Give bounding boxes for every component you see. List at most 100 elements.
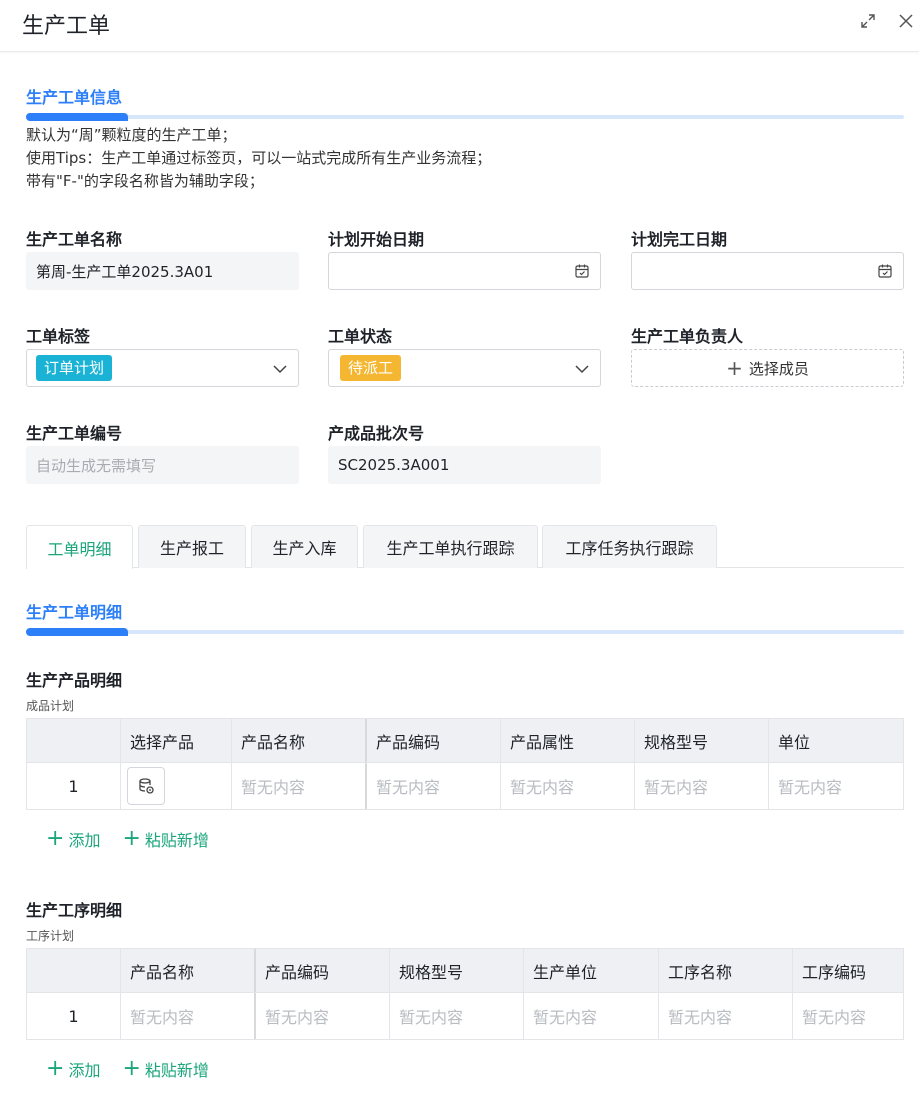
- row-index: 1: [68, 1006, 79, 1026]
- detail-section-header: 生产工单明细: [26, 599, 904, 639]
- select-product-button[interactable]: [127, 767, 165, 805]
- section-underline-accent: [26, 113, 128, 121]
- product-table-title: 生产产品明细: [26, 671, 123, 690]
- plan-start-date-input[interactable]: [328, 252, 601, 290]
- name-label: 生产工单名称: [26, 230, 123, 249]
- dialog-title: 生产工单: [22, 14, 111, 39]
- dialog-header: 生产工单: [0, 0, 919, 52]
- header-cell: 产品编码: [254, 949, 389, 992]
- table-header-row: 产品名称 产品编码 规格型号 生产单位 工序名称 工序编码: [27, 949, 903, 992]
- info-description: 默认为“周”颗粒度的生产工单； 使用Tips：生产工单通过标签页，可以一站式完成…: [26, 124, 491, 193]
- number-placeholder: 自动生成无需填写: [36, 456, 157, 475]
- table-cell: 暂无内容: [792, 993, 904, 1039]
- tag-select[interactable]: 订单计划: [26, 349, 299, 387]
- tag-label: 工单标签: [26, 327, 91, 346]
- desc-line: 带有"F-"的字段名称皆为辅助字段；: [26, 172, 264, 190]
- table-row: 1 暂无内容 暂无内容 暂无内容 暂无内容 暂无内容 暂无内容: [27, 992, 903, 1039]
- table-cell: 暂无内容: [365, 763, 500, 809]
- desc-line: 使用Tips：生产工单通过标签页，可以一站式完成所有生产业务流程；: [26, 149, 492, 167]
- table-cell: 暂无内容: [658, 993, 792, 1039]
- table-cell: 暂无内容: [120, 993, 254, 1039]
- table-cell: 暂无内容: [254, 993, 389, 1039]
- paste-add-product-button[interactable]: + 粘贴新增: [122, 827, 208, 851]
- batch-field: SC2025.3A001: [328, 446, 601, 484]
- batch-label: 产成品批次号: [328, 424, 425, 443]
- table-row: 1 暂无内容 暂无内容 暂无内容 暂无内容 暂无内容: [27, 762, 903, 809]
- process-table: 产品名称 产品编码 规格型号 生产单位 工序名称 工序编码 1 暂无内容 暂无内…: [26, 948, 904, 1040]
- header-cell: 生产单位: [523, 949, 658, 992]
- plan-start-label: 计划开始日期: [328, 230, 425, 249]
- row-index: 1: [68, 776, 79, 796]
- chevron-down-icon: [273, 365, 287, 374]
- select-member-button[interactable]: + 选择成员: [631, 349, 904, 387]
- owner-label: 生产工单负责人: [631, 327, 744, 346]
- add-label: 添加: [68, 831, 101, 850]
- paste-add-process-button[interactable]: + 粘贴新增: [122, 1057, 208, 1081]
- header-cell: 产品编码: [365, 719, 500, 762]
- name-field: 第周-生产工单2025.3A01: [26, 252, 299, 290]
- header-cell: 工序名称: [658, 949, 792, 992]
- add-product-row-button[interactable]: + 添加: [46, 827, 100, 851]
- table-cell: 暂无内容: [634, 763, 768, 809]
- section-underline: [26, 115, 904, 119]
- add-label: 添加: [68, 1061, 101, 1080]
- status-chip: 待派工: [340, 355, 402, 381]
- header-cell: 产品名称: [120, 949, 254, 992]
- table-cell: 暂无内容: [768, 763, 904, 809]
- product-table-actions: + 添加 + 粘贴新增: [46, 827, 209, 851]
- header-cell: 选择产品: [120, 719, 231, 762]
- calendar-icon[interactable]: [877, 263, 893, 279]
- batch-value: SC2025.3A001: [338, 456, 450, 474]
- product-table-caption: 成品计划: [26, 699, 75, 713]
- tab-order-tracking[interactable]: 生产工单执行跟踪: [363, 525, 538, 568]
- table-cell: 暂无内容: [231, 763, 365, 809]
- plan-end-label: 计划完工日期: [631, 230, 728, 249]
- tab-bar: 工单明细 生产报工 生产入库 生产工单执行跟踪 工序任务执行跟踪: [26, 525, 904, 569]
- process-table-title: 生产工序明细: [26, 901, 123, 920]
- plus-icon: +: [122, 1056, 141, 1081]
- close-icon[interactable]: [895, 10, 917, 32]
- section-underline: [26, 630, 904, 634]
- header-cell: 产品属性: [500, 719, 634, 762]
- chevron-down-icon: [575, 365, 589, 374]
- info-section-header: 生产工单信息: [26, 84, 904, 124]
- table-cell: 暂无内容: [389, 993, 523, 1039]
- plus-icon: +: [726, 356, 743, 380]
- paste-label: 粘贴新增: [144, 831, 209, 850]
- name-value: 第周-生产工单2025.3A01: [36, 262, 214, 281]
- tab-production-report[interactable]: 生产报工: [138, 525, 246, 568]
- info-section-title: 生产工单信息: [26, 88, 123, 107]
- add-process-row-button[interactable]: + 添加: [46, 1057, 100, 1081]
- expand-icon[interactable]: [857, 10, 879, 32]
- select-product-cell: [120, 763, 231, 809]
- status-label: 工单状态: [328, 327, 393, 346]
- plus-icon: +: [46, 826, 65, 851]
- tab-process-tracking[interactable]: 工序任务执行跟踪: [542, 525, 717, 568]
- tab-production-inbound[interactable]: 生产入库: [251, 525, 358, 568]
- plus-icon: +: [122, 826, 141, 851]
- table-cell: 暂无内容: [523, 993, 658, 1039]
- header-cell: 工序编码: [792, 949, 904, 992]
- number-label: 生产工单编号: [26, 424, 123, 443]
- process-table-actions: + 添加 + 粘贴新增: [46, 1057, 209, 1081]
- database-icon: [139, 778, 154, 794]
- header-cell: 规格型号: [389, 949, 523, 992]
- detail-section-title: 生产工单明细: [26, 603, 123, 622]
- header-cell: 产品名称: [231, 719, 365, 762]
- status-select[interactable]: 待派工: [328, 349, 601, 387]
- desc-line: 默认为“周”颗粒度的生产工单；: [26, 126, 237, 144]
- process-table-caption: 工序计划: [26, 929, 75, 943]
- paste-label: 粘贴新增: [144, 1061, 209, 1080]
- plan-end-date-input[interactable]: [631, 252, 904, 290]
- section-underline-accent: [26, 628, 128, 636]
- tag-chip: 订单计划: [36, 355, 113, 381]
- product-table: 选择产品 产品名称 产品编码 产品属性 规格型号 单位 1 暂无内容 暂无内容 …: [26, 718, 904, 810]
- header-cell: [27, 949, 120, 992]
- header-cell: 规格型号: [634, 719, 768, 762]
- header-cell: 单位: [768, 719, 904, 762]
- calendar-icon[interactable]: [574, 263, 590, 279]
- plus-icon: +: [46, 1056, 65, 1081]
- table-header-row: 选择产品 产品名称 产品编码 产品属性 规格型号 单位: [27, 719, 903, 762]
- header-cell: [27, 719, 120, 762]
- tab-order-detail[interactable]: 工单明细: [26, 525, 133, 569]
